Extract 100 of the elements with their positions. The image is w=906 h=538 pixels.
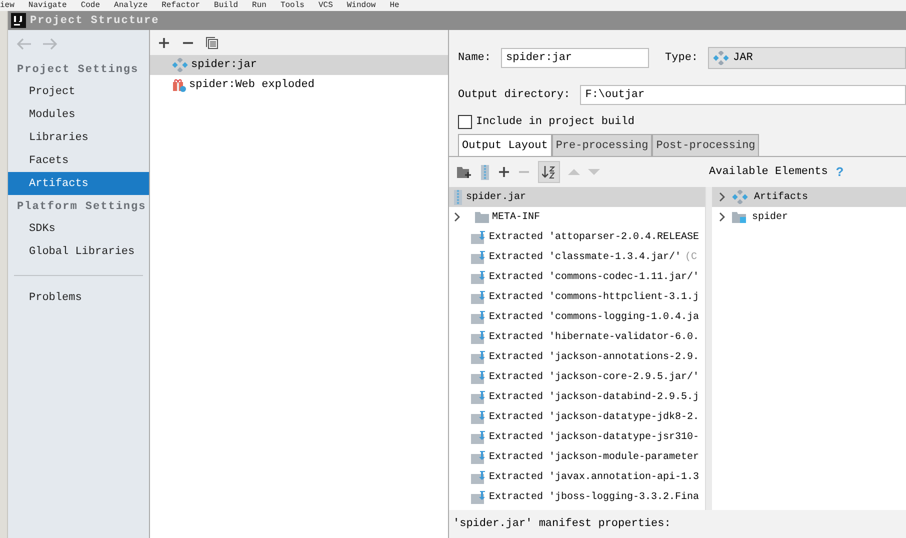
extract-archive-icon [471, 270, 486, 284]
tree-item[interactable]: Extracted 'commons-httpclient-3.1.j [449, 287, 705, 307]
tree-item[interactable]: Extracted 'classmate-1.3.4.jar/' (C [449, 247, 705, 267]
sidebar-item[interactable]: SDKs [8, 217, 149, 240]
extract-archive-icon [471, 330, 486, 344]
tree-item[interactable]: Extracted 'jackson-databind-2.9.5.j [449, 387, 705, 407]
tree-item-label: Extracted 'commons-logging-1.0.4.ja [489, 312, 700, 322]
tree-item[interactable]: Extracted 'jackson-module-parameter [449, 447, 705, 467]
menu-item[interactable]: Analyze [114, 0, 148, 11]
tree-item-label: Extracted 'hibernate-validator-6.0. [489, 332, 700, 342]
section-heading: Platform Settings [16, 200, 148, 215]
tree-item[interactable]: Extracted 'jackson-datatype-jdk8-2. [449, 407, 705, 427]
tree-item[interactable]: Extracted 'jboss-logging-3.3.2.Fina [449, 487, 705, 507]
tree-item[interactable]: META-INF [449, 207, 705, 227]
folder-icon [475, 211, 489, 223]
tab[interactable]: Pre-processing [552, 134, 652, 156]
menu-item[interactable]: Refactor [162, 0, 200, 11]
checkbox[interactable] [458, 115, 472, 129]
diamond-cluster-icon [732, 190, 748, 204]
artifact-label: spider:jar [191, 59, 258, 71]
archive-icon [453, 190, 463, 204]
tree-item-label: Extracted 'commons-httpclient-3.1.j [489, 292, 700, 302]
tree-item-label: spider [752, 212, 788, 222]
tree-item-label: Extracted 'classmate-1.3.4.jar/' [489, 252, 682, 262]
menu-item[interactable]: Run [252, 0, 266, 11]
tree-item[interactable]: Extracted 'hibernate-validator-6.0. [449, 327, 705, 347]
artifact-item[interactable]: spider:Web exploded [150, 75, 448, 95]
extract-archive-icon [471, 430, 486, 444]
tree-item[interactable]: Extracted 'commons-codec-1.11.jar/' [449, 267, 705, 287]
extract-archive-icon [471, 230, 486, 244]
new-folder-icon[interactable] [457, 166, 472, 178]
tree-item-label: Extracted 'jackson-annotations-2.9. [489, 352, 700, 362]
folder-icon [732, 211, 746, 223]
menu-item[interactable]: Tools [280, 0, 304, 11]
tree-item[interactable]: Extracted 'javax.annotation-api-1.3 [449, 467, 705, 487]
field-label: Name: [458, 52, 492, 64]
app-logo-icon [11, 13, 26, 28]
extract-archive-icon [471, 450, 486, 464]
diamond-cluster-icon [172, 58, 188, 72]
extract-archive-icon [471, 470, 486, 484]
tree-item-label: Extracted 'javax.annotation-api-1.3 [489, 472, 700, 482]
output-directory-field[interactable]: F:\outjar [580, 85, 906, 105]
field-label: Output directory: [458, 89, 570, 101]
tree-item-label: Extracted 'jackson-databind-2.9.5.j [489, 392, 700, 402]
artifact-item[interactable]: spider:jar [150, 55, 448, 75]
add-icon[interactable] [498, 166, 510, 178]
menu-item[interactable]: Build [214, 0, 238, 11]
manifest-label: 'spider.jar' manifest properties: [453, 518, 671, 530]
tree-item-label: META-INF [492, 212, 540, 222]
sidebar-item[interactable]: Global Libraries [8, 240, 149, 263]
tree-item[interactable]: Extracted 'jackson-datatype-jsr310- [449, 427, 705, 447]
sort-button[interactable] [538, 161, 560, 183]
extract-archive-icon [471, 490, 486, 504]
window-title: Project Structure [30, 14, 160, 26]
tree-item-label: Extracted 'jboss-logging-3.3.2.Fina [489, 492, 700, 502]
sidebar-item[interactable]: Problems [8, 286, 149, 309]
tree-item[interactable]: Extracted 'jackson-core-2.9.5.jar/' [449, 367, 705, 387]
tree-item-label: Extracted 'jackson-module-parameter [489, 452, 700, 462]
tab[interactable]: Post-processing [652, 134, 760, 156]
diamond-cluster-icon [713, 51, 730, 65]
extract-archive-icon [471, 370, 486, 384]
add-icon[interactable] [158, 36, 170, 48]
sidebar-item[interactable]: Libraries [8, 126, 149, 149]
extract-archive-icon [471, 310, 486, 324]
menu-item[interactable]: VCS [318, 0, 333, 11]
sort-icon [542, 165, 556, 179]
tree-item-label: Extracted 'jackson-datatype-jdk8-2. [489, 412, 700, 422]
tree-item-label: Extracted 'commons-codec-1.11.jar/' [489, 272, 700, 282]
field-label: Type: [665, 52, 698, 64]
name-field[interactable]: spider:jar [501, 48, 650, 68]
gift-icon [172, 78, 186, 92]
copy-icon[interactable] [206, 36, 218, 48]
tree-item[interactable]: Extracted 'attoparser-2.0.4.RELEASE [449, 227, 705, 247]
extract-archive-icon [471, 410, 486, 424]
sidebar-item[interactable]: Modules [8, 103, 149, 126]
section-heading: Project Settings [16, 63, 140, 78]
type-dropdown[interactable]: JAR [708, 47, 906, 69]
menu-item[interactable]: He [390, 0, 400, 11]
tree-item-detail: (C [685, 252, 698, 262]
menu-item[interactable]: iew [0, 0, 14, 11]
chevron-right-icon[interactable] [453, 212, 461, 222]
extract-archive-icon [471, 250, 486, 264]
tree-item[interactable]: Extracted 'commons-logging-1.0.4.ja [449, 307, 705, 327]
checkbox-label: Include in project build [476, 116, 634, 128]
extract-archive-icon [471, 350, 486, 364]
menu-item[interactable]: Window [346, 0, 376, 11]
tree-item-label: Extracted 'jackson-core-2.9.5.jar/' [489, 372, 700, 382]
tree-item[interactable]: spider [712, 207, 906, 227]
sidebar-item[interactable]: Artifacts [8, 172, 149, 195]
artifact-label: spider:Web exploded [189, 79, 314, 91]
tree-root-row[interactable]: spider.jar [449, 187, 705, 207]
tab[interactable]: Output Layout [458, 134, 552, 156]
menu-item[interactable]: Navigate [28, 0, 67, 11]
tree-item[interactable]: Extracted 'jackson-annotations-2.9. [449, 347, 705, 367]
sidebar-item[interactable]: Facets [8, 149, 149, 172]
sidebar-item[interactable]: Project [8, 80, 149, 103]
menu-item[interactable]: Code [80, 0, 100, 11]
tree-item[interactable]: Artifacts [712, 187, 906, 207]
tree-item-label: Artifacts [754, 192, 808, 202]
extract-archive-icon [471, 390, 486, 404]
